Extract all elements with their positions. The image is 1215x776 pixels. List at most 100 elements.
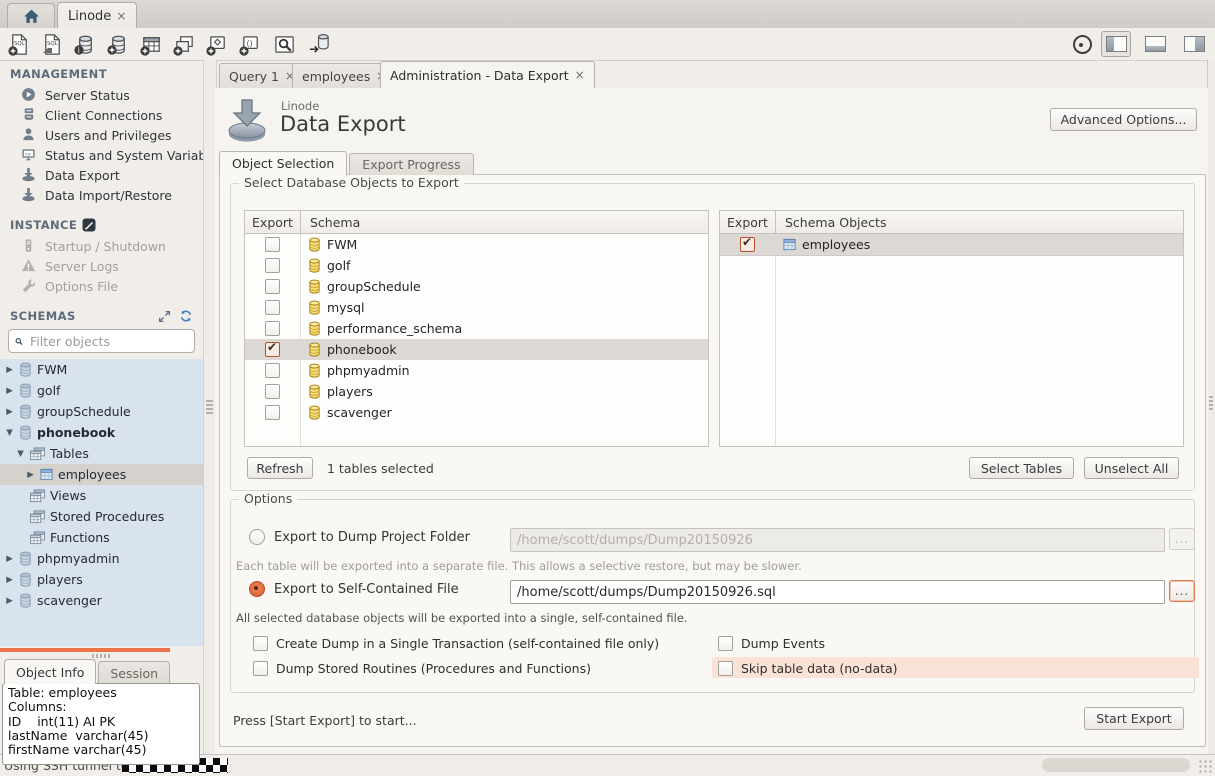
dump-folder-path-input[interactable] xyxy=(510,528,1165,552)
export-checkbox[interactable] xyxy=(265,279,280,294)
sidebar-item-options-file[interactable]: Options File xyxy=(0,276,203,296)
refresh-button[interactable]: Refresh xyxy=(247,457,313,479)
add-function-icon[interactable] xyxy=(237,31,263,57)
self-contained-path-input[interactable] xyxy=(510,580,1165,604)
new-query-tab-icon[interactable] xyxy=(6,31,32,57)
open-sql-script-icon[interactable] xyxy=(39,31,65,57)
tree-item-schema[interactable]: ▶groupSchedule xyxy=(0,401,203,422)
single-transaction-checkbox[interactable] xyxy=(253,636,268,651)
sidebar-item-server-status[interactable]: Server Status xyxy=(0,85,203,105)
chevron-right-icon[interactable]: ▶ xyxy=(5,596,14,606)
chevron-down-icon[interactable]: ▼ xyxy=(5,428,14,438)
self-contained-option[interactable]: Export to Self-Contained File xyxy=(249,581,459,597)
dump-stored-routines-checkbox[interactable] xyxy=(253,661,268,676)
table-row[interactable]: groupSchedule xyxy=(245,276,708,297)
refresh-schemas-icon[interactable] xyxy=(179,309,193,323)
sidebar-item-status-system-variables[interactable]: Status and System Variables xyxy=(0,145,203,165)
expand-collapse-icon[interactable] xyxy=(158,310,171,323)
advanced-options-button[interactable]: Advanced Options... xyxy=(1050,108,1197,131)
add-view-icon[interactable] xyxy=(171,31,197,57)
export-checkbox[interactable] xyxy=(265,321,280,336)
tree-item-functions[interactable]: Functions xyxy=(0,527,203,548)
close-icon[interactable]: × xyxy=(116,9,126,23)
browse-file-button[interactable]: ... xyxy=(1169,580,1195,602)
chevron-right-icon[interactable]: ▶ xyxy=(5,554,14,564)
sidebar-item-users-and-privileges[interactable]: Users and Privileges xyxy=(0,125,203,145)
filter-objects-input[interactable] xyxy=(28,333,188,350)
connection-tab[interactable]: Linode × xyxy=(57,2,137,29)
radio-self-contained[interactable] xyxy=(249,581,265,597)
chevron-right-icon[interactable]: ▶ xyxy=(5,575,14,585)
table-inspector-icon[interactable] xyxy=(271,31,297,57)
close-icon[interactable]: × xyxy=(575,68,585,82)
table-row[interactable]: performance_schema xyxy=(245,318,708,339)
database-connect-icon[interactable] xyxy=(306,31,332,57)
table-row-selected[interactable]: employees xyxy=(720,234,1183,256)
tree-item-schema[interactable]: ▶scavenger xyxy=(0,590,203,611)
chevron-down-icon[interactable]: ▼ xyxy=(16,449,25,459)
table-row[interactable]: golf xyxy=(245,255,708,276)
toggle-right-sidebar-button[interactable] xyxy=(1179,31,1209,57)
tree-item-schema-phonebook[interactable]: ▼phonebook xyxy=(0,422,203,443)
chevron-right-icon[interactable]: ▶ xyxy=(26,470,35,480)
export-checkbox[interactable] xyxy=(265,405,280,420)
export-checkbox-checked[interactable] xyxy=(740,237,755,252)
export-checkbox[interactable] xyxy=(265,300,280,315)
table-row[interactable]: mysql xyxy=(245,297,708,318)
sidebar-item-startup-shutdown[interactable]: Startup / Shutdown xyxy=(0,236,203,256)
add-stored-procedure-icon[interactable] xyxy=(204,31,230,57)
export-checkbox[interactable] xyxy=(265,258,280,273)
tree-item-schema[interactable]: ▶players xyxy=(0,569,203,590)
tab-export-progress[interactable]: Export Progress xyxy=(349,153,473,175)
export-checkbox-checked[interactable] xyxy=(265,342,280,357)
horizontal-scrollbar-thumb[interactable] xyxy=(1042,758,1190,772)
toggle-bottom-panel-button[interactable] xyxy=(1140,31,1170,57)
table-row[interactable]: scavenger xyxy=(245,402,708,423)
table-row[interactable]: FWM xyxy=(245,234,708,255)
toggle-left-sidebar-button[interactable] xyxy=(1101,31,1131,57)
export-checkbox[interactable] xyxy=(265,384,280,399)
home-tab[interactable] xyxy=(7,3,55,29)
single-transaction-option[interactable]: Create Dump in a Single Transaction (sel… xyxy=(253,636,659,651)
sidebar-item-data-export[interactable]: Data Export xyxy=(0,165,203,185)
chevron-right-icon[interactable]: ▶ xyxy=(5,386,14,396)
mysql-utilities-icon[interactable] xyxy=(1073,35,1092,54)
add-schema-icon[interactable] xyxy=(105,31,131,57)
info-panel-splitter[interactable] xyxy=(0,646,203,660)
dump-stored-routines-option[interactable]: Dump Stored Routines (Procedures and Fun… xyxy=(253,661,591,676)
table-row-selected[interactable]: phonebook xyxy=(245,339,708,360)
skip-table-data-option[interactable]: Skip table data (no-data) xyxy=(718,661,898,676)
tree-item-views[interactable]: Views xyxy=(0,485,203,506)
tab-object-selection[interactable]: Object Selection xyxy=(219,151,347,176)
browse-folder-button[interactable]: ... xyxy=(1169,528,1195,550)
sidebar-item-data-import[interactable]: Data Import/Restore xyxy=(0,185,203,205)
select-tables-button[interactable]: Select Tables xyxy=(969,457,1074,479)
window-resize-grip[interactable] xyxy=(1198,759,1214,775)
export-checkbox[interactable] xyxy=(265,363,280,378)
chevron-right-icon[interactable]: ▶ xyxy=(5,365,14,375)
right-panel-splitter[interactable] xyxy=(1207,60,1215,755)
sidebar-item-server-logs[interactable]: Server Logs xyxy=(0,256,203,276)
tab-administration-data-export[interactable]: Administration - Data Export× xyxy=(380,61,595,89)
radio-dump-folder[interactable] xyxy=(249,529,265,545)
dump-events-option[interactable]: Dump Events xyxy=(718,636,825,651)
add-table-icon[interactable] xyxy=(138,31,164,57)
table-row[interactable]: players xyxy=(245,381,708,402)
chevron-right-icon[interactable]: ▶ xyxy=(5,407,14,417)
tree-item-schema[interactable]: ▶phpmyadmin xyxy=(0,548,203,569)
table-row[interactable]: phpmyadmin xyxy=(245,360,708,381)
sidebar-item-client-connections[interactable]: Client Connections xyxy=(0,105,203,125)
dump-folder-option[interactable]: Export to Dump Project Folder xyxy=(249,529,470,545)
dump-events-checkbox[interactable] xyxy=(718,636,733,651)
tree-item-table-employees[interactable]: ▶employees xyxy=(0,464,203,485)
skip-table-data-checkbox[interactable] xyxy=(718,661,733,676)
tree-item-schema[interactable]: ▶FWM xyxy=(0,359,203,380)
create-schema-inspector-icon[interactable] xyxy=(72,31,98,57)
unselect-all-button[interactable]: Unselect All xyxy=(1084,457,1179,479)
export-checkbox[interactable] xyxy=(265,237,280,252)
start-export-button[interactable]: Start Export xyxy=(1084,707,1184,730)
tab-object-info[interactable]: Object Info xyxy=(4,659,96,684)
tree-item-stored-procedures[interactable]: Stored Procedures xyxy=(0,506,203,527)
tree-item-schema[interactable]: ▶golf xyxy=(0,380,203,401)
tree-item-tables[interactable]: ▼Tables xyxy=(0,443,203,464)
